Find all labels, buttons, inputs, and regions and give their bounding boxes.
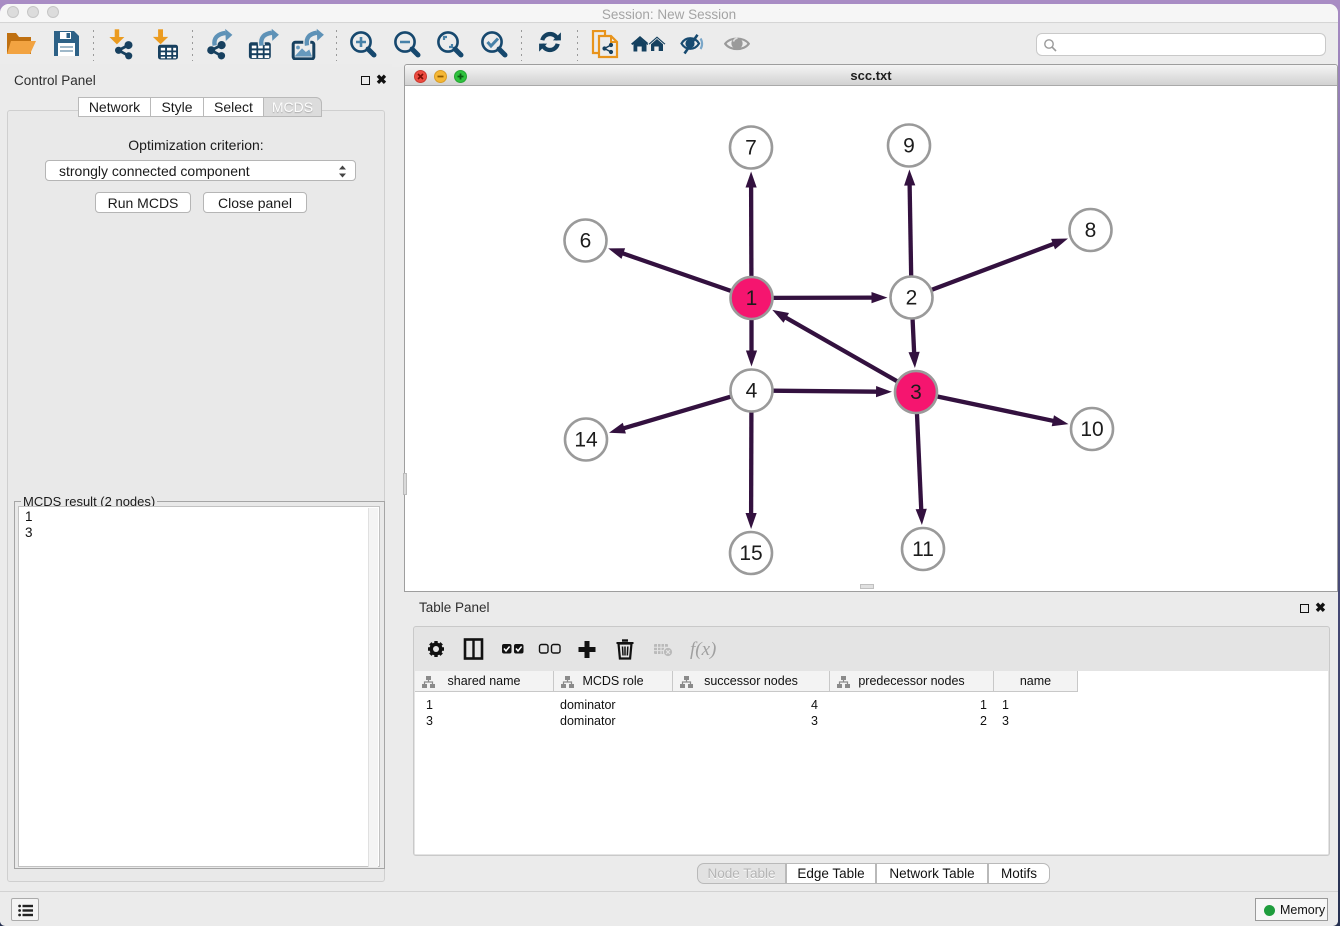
svg-text:11: 11: [912, 538, 934, 561]
svg-text:3: 3: [910, 381, 922, 404]
svg-text:14: 14: [574, 429, 598, 452]
svg-text:10: 10: [1080, 418, 1103, 441]
svg-text:8: 8: [1085, 219, 1097, 242]
svg-text:1: 1: [746, 287, 758, 310]
svg-text:15: 15: [739, 542, 762, 565]
svg-text:6: 6: [580, 230, 592, 253]
svg-text:4: 4: [746, 380, 758, 403]
svg-text:f(x): f(x): [690, 639, 716, 660]
svg-text:9: 9: [903, 135, 915, 158]
svg-text:2: 2: [906, 287, 918, 310]
svg-text:7: 7: [745, 137, 757, 160]
